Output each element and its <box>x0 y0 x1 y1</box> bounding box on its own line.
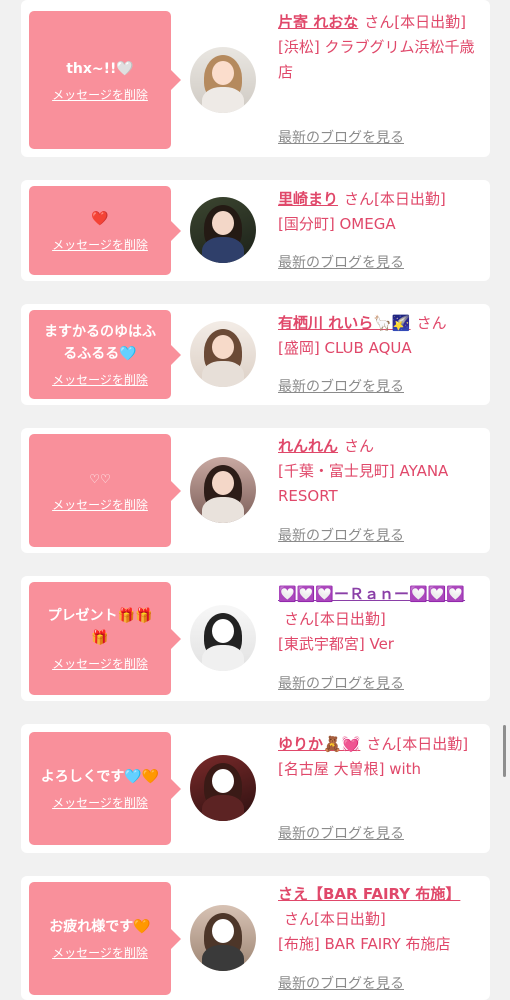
cast-info: 有栖川 れいら🦙🌠 さん [盛岡] CLUB AQUA <box>278 311 480 361</box>
avatar[interactable] <box>190 47 256 113</box>
delete-message-link[interactable]: メッセージを削除 <box>52 236 148 253</box>
delete-message-link[interactable]: メッセージを削除 <box>52 496 148 513</box>
message-text: プレゼント🎁🎁🎁 <box>47 608 153 646</box>
message-text: ますかるのゆはふるふるる🩵 <box>44 324 156 362</box>
message-text: thx~!!🤍 <box>66 60 134 77</box>
avatar[interactable] <box>190 605 256 671</box>
cast-suffix: さん[本日出勤] <box>284 910 386 928</box>
message-card: プレゼント🎁🎁🎁 メッセージを削除 💟💟💟ーＲａｎー💟💟💟 さん[本日出勤] [東… <box>21 576 490 701</box>
avatar[interactable] <box>190 905 256 971</box>
shop-name: [浜松] クラブグリム浜松千歳店 <box>278 38 475 81</box>
cast-suffix: さん <box>416 314 447 332</box>
shop-name: [名古屋 大曽根] with <box>278 760 422 778</box>
cast-name-link[interactable]: 有栖川 れいら🦙🌠 <box>278 314 411 332</box>
message-bubble: よろしくです🩵🧡 メッセージを削除 <box>29 732 181 845</box>
cast-suffix: さん[本日出勤] <box>366 735 469 753</box>
cast-suffix: さん[本日出勤] <box>284 610 386 628</box>
cast-info: れんれん さん [千葉・富士見町] AYANA RESORT <box>278 434 480 509</box>
avatar[interactable] <box>190 197 256 263</box>
shop-name: [盛岡] CLUB AQUA <box>278 339 412 357</box>
message-text: お疲れ様です🧡 <box>49 919 151 935</box>
scrollbar-thumb[interactable] <box>503 725 506 777</box>
cast-info: 💟💟💟ーＲａｎー💟💟💟 さん[本日出勤] [東武宇都宮] Ver <box>278 582 480 657</box>
latest-blog-link[interactable]: 最新のブログを見る <box>278 252 404 272</box>
message-card: よろしくです🩵🧡 メッセージを削除 ゆりか🧸💓 さん[本日出勤] [名古屋 大曽根… <box>21 724 490 853</box>
latest-blog-link[interactable]: 最新のブログを見る <box>278 973 404 993</box>
message-bubble: thx~!!🤍 メッセージを削除 <box>29 11 181 149</box>
cast-name-link[interactable]: 里崎まり <box>278 190 338 208</box>
avatar[interactable] <box>190 457 256 523</box>
cast-info: さえ【BAR FAIRY 布施】さん[本日出勤] [布施] BAR FAIRY … <box>278 882 480 957</box>
cast-name-link[interactable]: 片寄 れおな <box>278 13 358 31</box>
shop-name: [布施] BAR FAIRY 布施店 <box>278 935 451 953</box>
message-bubble: お疲れ様です🧡 メッセージを削除 <box>29 882 181 995</box>
cast-info: ゆりか🧸💓 さん[本日出勤] [名古屋 大曽根] with <box>278 732 480 782</box>
cast-suffix: さん <box>344 437 375 455</box>
delete-message-link[interactable]: メッセージを削除 <box>52 794 148 811</box>
message-bubble: プレゼント🎁🎁🎁 メッセージを削除 <box>29 582 181 695</box>
delete-message-link[interactable]: メッセージを削除 <box>52 944 148 961</box>
latest-blog-link[interactable]: 最新のブログを見る <box>278 525 404 545</box>
cast-name-link[interactable]: ゆりか🧸💓 <box>278 735 360 753</box>
delete-message-link[interactable]: メッセージを削除 <box>52 371 148 388</box>
cast-suffix: さん[本日出勤] <box>344 190 446 208</box>
shop-name: [東武宇都宮] Ver <box>278 635 394 653</box>
message-bubble: ますかるのゆはふるふるる🩵 メッセージを削除 <box>29 310 181 399</box>
latest-blog-link[interactable]: 最新のブログを見る <box>278 376 404 396</box>
cast-name-link[interactable]: れんれん <box>278 437 338 455</box>
avatar[interactable] <box>190 321 256 387</box>
cast-name-link[interactable]: 💟💟💟ーＲａｎー💟💟💟 <box>278 585 465 603</box>
message-card: ❤️ メッセージを削除 里崎まり さん[本日出勤] [国分町] OMEGA 最新の… <box>21 180 490 281</box>
message-text: よろしくです🩵🧡 <box>40 769 160 785</box>
cast-suffix: さん[本日出勤] <box>364 13 466 31</box>
delete-message-link[interactable]: メッセージを削除 <box>52 86 148 103</box>
cast-name-link[interactable]: さえ【BAR FAIRY 布施】 <box>278 885 460 903</box>
message-text: ♡♡ <box>89 472 111 486</box>
message-bubble: ❤️ メッセージを削除 <box>29 186 181 275</box>
latest-blog-link[interactable]: 最新のブログを見る <box>278 823 404 843</box>
message-text: ❤️ <box>91 211 109 227</box>
cast-info: 里崎まり さん[本日出勤] [国分町] OMEGA <box>278 187 480 237</box>
message-card: ますかるのゆはふるふるる🩵 メッセージを削除 有栖川 れいら🦙🌠 さん [盛岡] … <box>21 304 490 405</box>
message-bubble: ♡♡ メッセージを削除 <box>29 434 181 547</box>
message-card: お疲れ様です🧡 メッセージを削除 さえ【BAR FAIRY 布施】さん[本日出勤… <box>21 876 490 1000</box>
latest-blog-link[interactable]: 最新のブログを見る <box>278 127 404 147</box>
avatar[interactable] <box>190 755 256 821</box>
delete-message-link[interactable]: メッセージを削除 <box>52 655 148 672</box>
cast-info: 片寄 れおな さん[本日出勤] [浜松] クラブグリム浜松千歳店 <box>278 10 480 85</box>
message-card: thx~!!🤍 メッセージを削除 片寄 れおな さん[本日出勤] [浜松] クラブ… <box>21 0 490 157</box>
message-card: ♡♡ メッセージを削除 れんれん さん [千葉・富士見町] AYANA RESOR… <box>21 428 490 553</box>
shop-name: [千葉・富士見町] AYANA RESORT <box>278 462 449 505</box>
shop-name: [国分町] OMEGA <box>278 215 396 233</box>
latest-blog-link[interactable]: 最新のブログを見る <box>278 673 404 693</box>
